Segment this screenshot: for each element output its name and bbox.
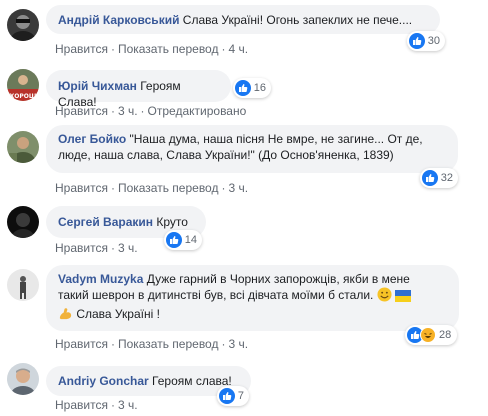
reactions-badge[interactable]: 16: [233, 78, 271, 98]
comment-bubble: Олег Бойко "Наша дума, наша пісня Не вмр…: [46, 125, 458, 173]
reactions-count: 32: [440, 172, 453, 184]
timestamp[interactable]: 3 ч.: [118, 398, 138, 412]
reactions-badge[interactable]: 14: [164, 230, 202, 250]
comment-text-line-2: такий шеврон в дитинстві був, всі дівчат…: [58, 288, 374, 302]
comment-actions: Нравится · Показать перевод · 3 ч.: [55, 181, 249, 195]
timestamp[interactable]: 3 ч.: [228, 181, 248, 195]
reactions-count: 30: [427, 35, 440, 47]
like-link[interactable]: Нравится: [55, 42, 108, 56]
reactions-count: 7: [237, 390, 244, 402]
comment-text-line-1: Дуже гарний в Чорних запорожців, якби в …: [146, 272, 410, 286]
avatar[interactable]: [7, 363, 39, 395]
avatar[interactable]: [7, 9, 39, 41]
comment-actions: Нравится · 3 ч. · Отредактировано: [55, 104, 247, 118]
comment-actions: Нравится · Показать перевод · 4 ч.: [55, 42, 249, 56]
like-icon: [166, 232, 182, 248]
like-link[interactable]: Нравится: [55, 337, 108, 351]
like-link[interactable]: Нравится: [55, 104, 108, 118]
author-name[interactable]: Андрій Карковський: [58, 13, 179, 27]
comment-actions: Нравится · 3 ч.: [55, 398, 138, 412]
comment-actions: Нравится · Показать перевод · 3 ч.: [55, 337, 249, 351]
timestamp[interactable]: 3 ч.: [118, 241, 138, 255]
reactions-count: 28: [439, 329, 452, 341]
comment-bubble: Андрій Карковський Слава Україні! Огонь …: [46, 5, 440, 34]
comment-bubble: Vadym Muzyka Дуже гарний в Чорних запоро…: [46, 265, 459, 331]
avatar[interactable]: ХОРОШ: [7, 69, 39, 101]
like-icon: [422, 170, 438, 186]
edited-label: Отредактировано: [147, 104, 247, 118]
author-name[interactable]: Vadym Muzyka: [58, 272, 143, 286]
reactions-badge[interactable]: 30: [407, 31, 445, 51]
comment-text-line-3: Слава Україні !: [76, 307, 160, 321]
author-name[interactable]: Олег Бойко: [58, 132, 126, 146]
comment-text: Слава Україні! Огонь запеклих не пече...…: [182, 13, 413, 27]
like-link[interactable]: Нравится: [55, 241, 108, 255]
timestamp[interactable]: 3 ч.: [228, 337, 248, 351]
translate-link[interactable]: Показать перевод: [118, 42, 219, 56]
timestamp[interactable]: 4 ч.: [228, 42, 248, 56]
ukraine-flag-icon: [395, 290, 412, 306]
author-name[interactable]: Andriy Gonchar: [58, 374, 149, 388]
like-icon: [235, 80, 251, 96]
haha-icon: [420, 327, 436, 343]
like-link[interactable]: Нравится: [55, 398, 108, 412]
like-icon: [219, 388, 235, 404]
timestamp[interactable]: 3 ч.: [118, 104, 138, 118]
comment-text: Героям слава!: [152, 374, 232, 388]
avatar[interactable]: [7, 269, 39, 301]
author-name[interactable]: Юрій Чихман: [58, 79, 137, 93]
reactions-count: 16: [253, 82, 266, 94]
reactions-badge[interactable]: 28: [405, 325, 457, 345]
avatar[interactable]: [7, 131, 39, 163]
reactions-badge[interactable]: 32: [420, 168, 458, 188]
avatar-caption: ХОРОШ: [10, 93, 37, 100]
smile-emoji-icon: [377, 287, 392, 306]
reactions-count: 14: [184, 234, 197, 246]
flexed-arm-icon: [58, 306, 73, 325]
comment-actions: Нравится · 3 ч.: [55, 241, 138, 255]
comment-text: Круто: [156, 215, 188, 229]
like-link[interactable]: Нравится: [55, 181, 108, 195]
author-name[interactable]: Сергей Варакин: [58, 215, 153, 229]
reactions-badge[interactable]: 7: [217, 386, 249, 406]
avatar[interactable]: [7, 206, 39, 238]
comment-bubble: Юрій Чихман Героям Слава!: [46, 70, 231, 109]
translate-link[interactable]: Показать перевод: [118, 181, 219, 195]
like-icon: [409, 33, 425, 49]
translate-link[interactable]: Показать перевод: [118, 337, 219, 351]
